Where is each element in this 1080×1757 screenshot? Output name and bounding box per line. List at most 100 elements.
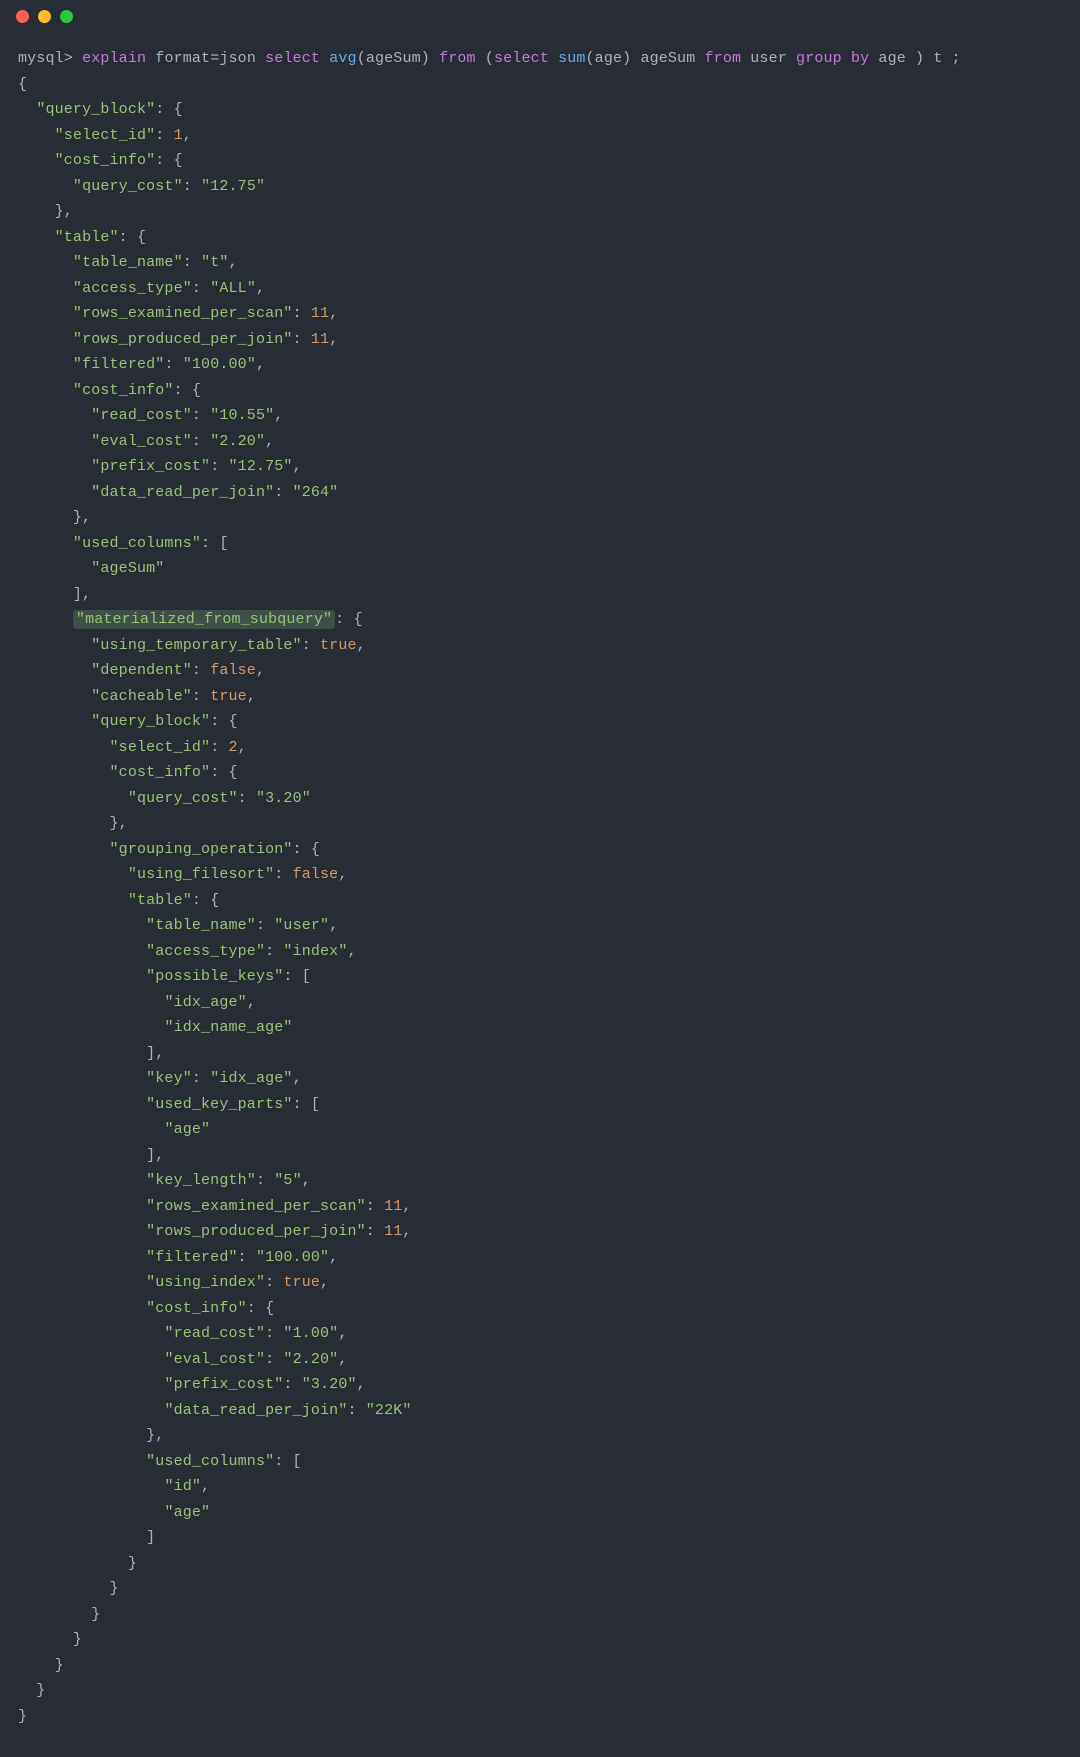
maximize-icon[interactable]	[60, 10, 73, 23]
json-key-query-block-table-materialized-from-subquery-query-block-grouping-operation-table-cost-info-data-read-per-join: "data_read_per_join"	[164, 1402, 347, 1419]
sql-token: explain	[82, 50, 146, 67]
json-key-query-block-table-materialized-from-subquery-query-block-grouping-operation-table-possible-keys: "possible_keys"	[146, 968, 283, 985]
json-val-query-block-table-materialized-from-subquery-query-block-grouping-operation-table-table-name: "user"	[274, 917, 329, 934]
mysql-prompt: mysql>	[18, 50, 73, 67]
json-val-query-block-cost-info-query-cost: "12.75"	[201, 178, 265, 195]
json-val-query-block-table-materialized-from-subquery-dependent: false	[210, 662, 256, 679]
json-val-query-block-select-id: 1	[174, 127, 183, 144]
json-val-query-block-table-materialized-from-subquery-query-block-grouping-operation-table-access-type: "index"	[283, 943, 347, 960]
sql-token: format	[155, 50, 210, 67]
json-key-query-block-table-materialized-from-subquery-query-block-grouping-operation-table-table-name: "table_name"	[146, 917, 256, 934]
json-key-query-block-table-materialized-from-subquery-query-block-grouping-operation-table-cost-info: "cost_info"	[146, 1300, 247, 1317]
json-val-query-block-table-materialized-from-subquery-query-block-grouping-operation-table-cost-info-prefix-cost: "3.20"	[302, 1376, 357, 1393]
json-val-query-block-table-materialized-from-subquery-query-block-grouping-operation-table-cost-info-read-cost: "1.00"	[283, 1325, 338, 1342]
json-key-query-block-table-materialized-from-subquery-query-block-grouping-operation-table-cost-info-eval-cost: "eval_cost"	[164, 1351, 265, 1368]
sql-token: user	[741, 50, 796, 67]
json-val-query-block-table-materialized-from-subquery-query-block-grouping-operation-table-filtered: "100.00"	[256, 1249, 329, 1266]
sql-token: select	[265, 50, 320, 67]
sql-token: select	[494, 50, 549, 67]
json-val-query-block-table-cost-info-data-read-per-join: "264"	[293, 484, 339, 501]
json-key-query-block-table-materialized-from-subquery-query-block-grouping-operation-table-used-columns: "used_columns"	[146, 1453, 274, 1470]
json-val-query-block-table-materialized-from-subquery-query-block-grouping-operation-table-cost-info-data-read-per-join: "22K"	[366, 1402, 412, 1419]
json-val-query-block-table-materialized-from-subquery-query-block-grouping-operation-table-key: "idx_age"	[210, 1070, 292, 1087]
json-key-query-block-table-materialized-from-subquery-query-block-grouping-operation-table: "table"	[128, 892, 192, 909]
json-key-query-block-table-filtered: "filtered"	[73, 356, 165, 373]
terminal-output: mysql> explain format=json select avg(ag…	[0, 32, 1080, 1729]
sql-token: (age) ageSum	[586, 50, 705, 67]
json-key-query-block-table-materialized-from-subquery-query-block-grouping-operation-table-rows-examined-per-scan: "rows_examined_per_scan"	[146, 1198, 366, 1215]
json-key-query-block-table-rows-examined-per-scan: "rows_examined_per_scan"	[73, 305, 293, 322]
json-key-query-block-table-materialized-from-subquery-query-block-grouping-operation-table-key-length: "key_length"	[146, 1172, 256, 1189]
json-val-query-block-table-materialized-from-subquery-query-block-grouping-operation-table-cost-info-eval-cost: "2.20"	[283, 1351, 338, 1368]
json-val-query-block-table-materialized-from-subquery-query-block-grouping-operation-table-used-key-parts-0: "age"	[164, 1121, 210, 1138]
sql-token: =	[210, 50, 219, 67]
sql-token: age ) t ;	[869, 50, 961, 67]
window-titlebar	[0, 0, 1080, 32]
json-val-query-block-table-materialized-from-subquery-query-block-grouping-operation-table-using-index: true	[283, 1274, 320, 1291]
json-key-query-block-table-cost-info-eval-cost: "eval_cost"	[91, 433, 192, 450]
sql-token: sum	[558, 50, 585, 67]
json-key-query-block-table: "table"	[55, 229, 119, 246]
close-icon[interactable]	[16, 10, 29, 23]
json-val-query-block-table-access-type: "ALL"	[210, 280, 256, 297]
json-key-query-block-table-materialized-from-subquery-cacheable: "cacheable"	[91, 688, 192, 705]
json-key-query-block-table-materialized-from-subquery-query-block-cost-info: "cost_info"	[110, 764, 211, 781]
json-key-query-block-table-materialized-from-subquery-query-block-grouping-operation: "grouping_operation"	[110, 841, 293, 858]
json-val-query-block-table-materialized-from-subquery-query-block-grouping-operation-table-rows-examined-per-scan: 11	[384, 1198, 402, 1215]
json-key-query-block-table-rows-produced-per-join: "rows_produced_per_join"	[73, 331, 293, 348]
sql-token: from	[439, 50, 476, 67]
json-key-query-block-table-materialized-from-subquery-query-block-grouping-operation-table-cost-info-read-cost: "read_cost"	[164, 1325, 265, 1342]
json-key-query-block-table-materialized-from-subquery-query-block: "query_block"	[91, 713, 210, 730]
json-val-query-block-table-materialized-from-subquery-query-block-grouping-operation-table-possible-keys-0: "idx_age"	[164, 994, 246, 1011]
json-key-query-block-table-materialized-from-subquery-query-block-grouping-operation-table-using-index: "using_index"	[146, 1274, 265, 1291]
json-key-query-block-table-materialized-from-subquery-query-block-grouping-operation-using-filesort: "using_filesort"	[128, 866, 274, 883]
json-key-query-block-table-materialized-from-subquery-query-block-select-id: "select_id"	[110, 739, 211, 756]
json-val-query-block-table-materialized-from-subquery-query-block-grouping-operation-table-key-length: "5"	[274, 1172, 301, 1189]
json-key-query-block-table-access-type: "access_type"	[73, 280, 192, 297]
json-val-query-block-table-materialized-from-subquery-query-block-select-id: 2	[229, 739, 238, 756]
json-key-query-block-table-materialized-from-subquery-query-block-cost-info-query-cost: "query_cost"	[128, 790, 238, 807]
json-key-query-block-table-cost-info: "cost_info"	[73, 382, 174, 399]
json-val-query-block-table-materialized-from-subquery-query-block-cost-info-query-cost: "3.20"	[256, 790, 311, 807]
json-key-query-block-table-materialized-from-subquery-query-block-grouping-operation-table-access-type: "access_type"	[146, 943, 265, 960]
json-val-query-block-table-materialized-from-subquery-query-block-grouping-operation-table-rows-produced-per-join: 11	[384, 1223, 402, 1240]
json-val-query-block-table-used-columns-0: "ageSum"	[91, 560, 164, 577]
sql-token: json	[219, 50, 256, 67]
json-val-query-block-table-materialized-from-subquery-query-block-grouping-operation-table-possible-keys-1: "idx_name_age"	[164, 1019, 292, 1036]
json-key-query-block-cost-info: "cost_info"	[55, 152, 156, 169]
json-key-query-block-select-id: "select_id"	[55, 127, 156, 144]
sql-token: from	[705, 50, 742, 67]
json-key-query-block-table-cost-info-read-cost: "read_cost"	[91, 407, 192, 424]
json-val-query-block-table-table-name: "t"	[201, 254, 228, 271]
json-key-query-block-table-materialized-from-subquery-query-block-grouping-operation-table-rows-produced-per-join: "rows_produced_per_join"	[146, 1223, 366, 1240]
json-val-query-block-table-materialized-from-subquery-using-temporary-table: true	[320, 637, 357, 654]
json-val-query-block-table-materialized-from-subquery-cacheable: true	[210, 688, 247, 705]
sql-token: (	[476, 50, 494, 67]
json-val-query-block-table-filtered: "100.00"	[183, 356, 256, 373]
sql-token: avg	[329, 50, 356, 67]
json-key-query-block-table-used-columns: "used_columns"	[73, 535, 201, 552]
json-key-query-block-table-materialized-from-subquery: "materialized_from_subquery"	[76, 611, 332, 628]
json-key-query-block: "query_block"	[36, 101, 155, 118]
sql-token	[146, 50, 155, 67]
json-key-query-block-table-cost-info-data-read-per-join: "data_read_per_join"	[91, 484, 274, 501]
json-key-query-block-table-table-name: "table_name"	[73, 254, 183, 271]
json-val-query-block-table-materialized-from-subquery-query-block-grouping-operation-table-used-columns-0: "id"	[164, 1478, 201, 1495]
sql-token	[256, 50, 265, 67]
minimize-icon[interactable]	[38, 10, 51, 23]
json-key-query-block-table-materialized-from-subquery-query-block-grouping-operation-table-key: "key"	[146, 1070, 192, 1087]
json-key-query-block-table-materialized-from-subquery-query-block-grouping-operation-table-filtered: "filtered"	[146, 1249, 238, 1266]
json-key-query-block-table-materialized-from-subquery-using-temporary-table: "using_temporary_table"	[91, 637, 301, 654]
json-val-query-block-table-materialized-from-subquery-query-block-grouping-operation-using-filesort: false	[293, 866, 339, 883]
json-val-query-block-table-materialized-from-subquery-query-block-grouping-operation-table-used-columns-1: "age"	[164, 1504, 210, 1521]
json-val-query-block-table-cost-info-prefix-cost: "12.75"	[229, 458, 293, 475]
json-val-query-block-table-rows-examined-per-scan: 11	[311, 305, 329, 322]
json-key-query-block-table-materialized-from-subquery-query-block-grouping-operation-table-used-key-parts: "used_key_parts"	[146, 1096, 292, 1113]
sql-token	[549, 50, 558, 67]
json-val-query-block-table-cost-info-read-cost: "10.55"	[210, 407, 274, 424]
sql-token: group by	[796, 50, 869, 67]
json-key-query-block-cost-info-query-cost: "query_cost"	[73, 178, 183, 195]
json-val-query-block-table-cost-info-eval-cost: "2.20"	[210, 433, 265, 450]
sql-token: (ageSum)	[357, 50, 439, 67]
sql-token	[320, 50, 329, 67]
